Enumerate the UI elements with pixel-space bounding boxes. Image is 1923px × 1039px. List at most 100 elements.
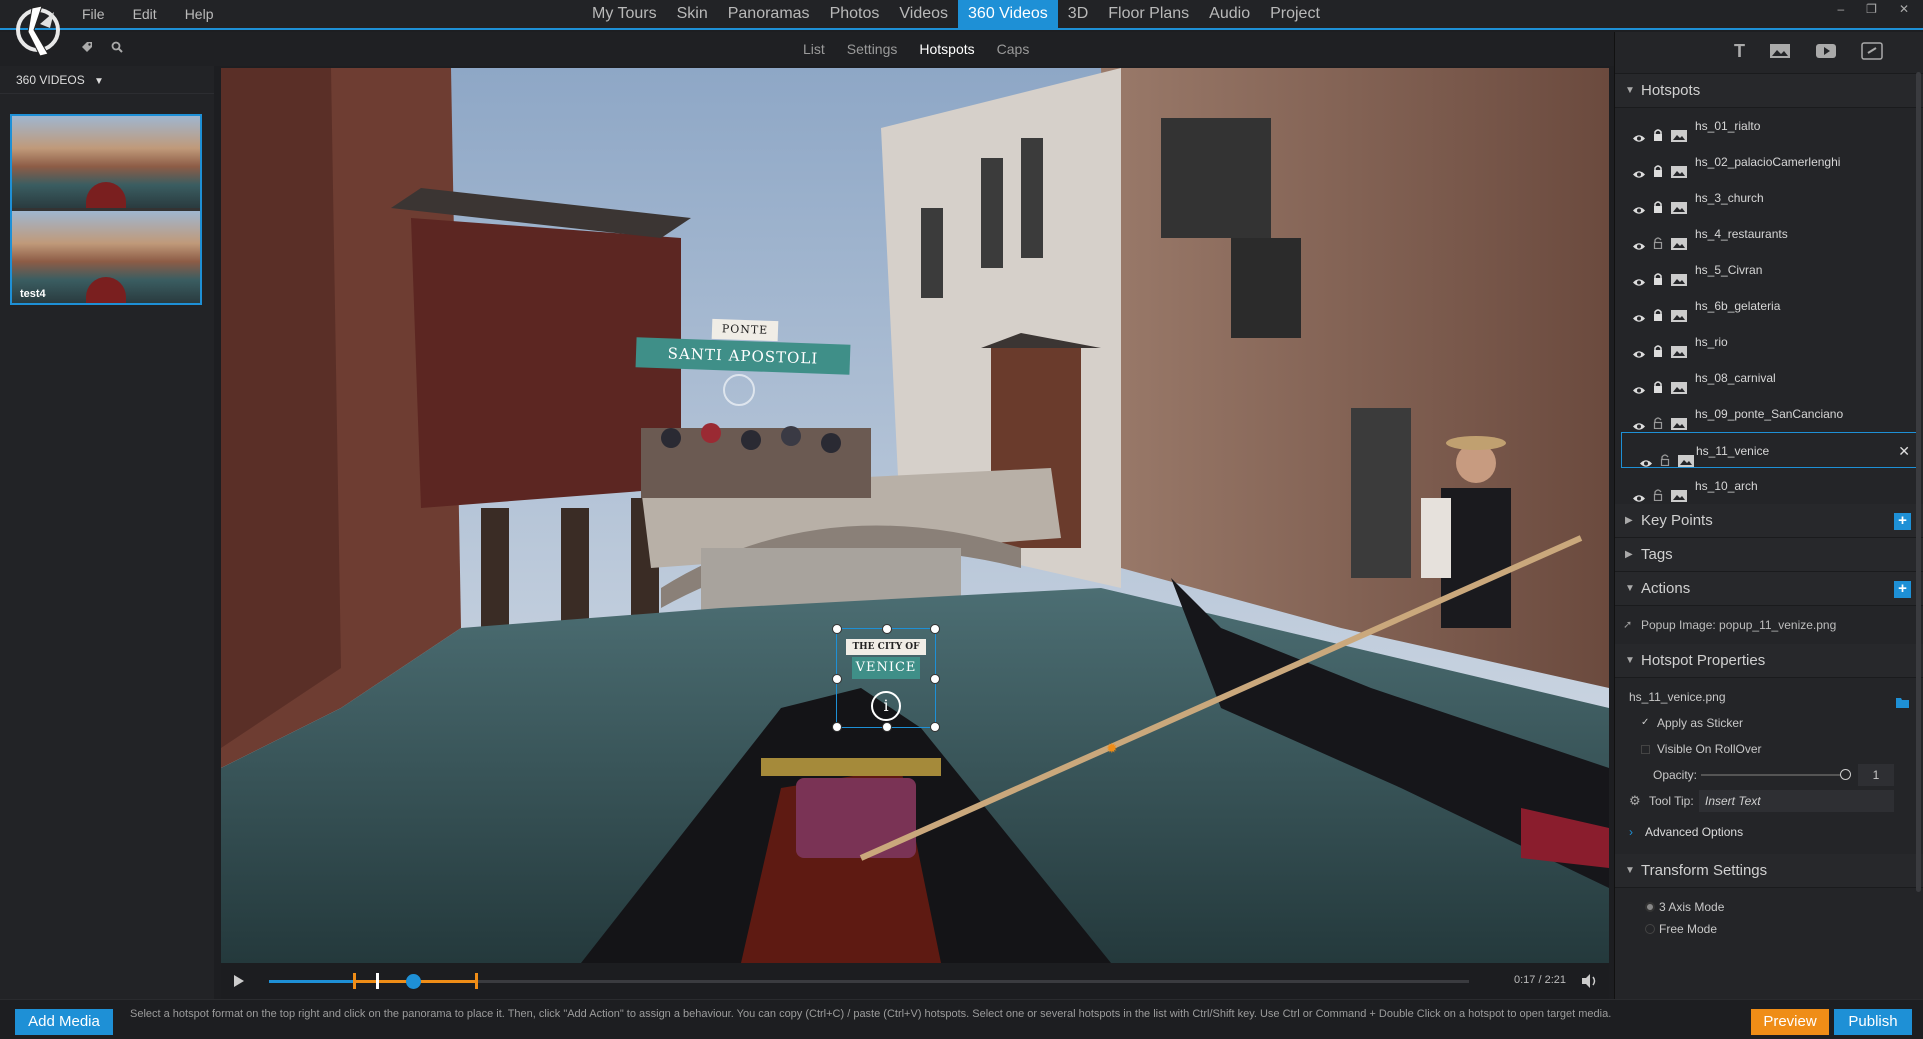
bridge-hotspot-icon[interactable]	[723, 374, 755, 406]
subtab-hotspots[interactable]: Hotspots	[919, 32, 974, 66]
section-actions[interactable]: ▼ Actions +	[1615, 572, 1923, 606]
add-key-point-button[interactable]: +	[1894, 513, 1911, 530]
tab-project[interactable]: Project	[1260, 0, 1330, 28]
hotspot-list-item[interactable]: hs_5_Civran	[1615, 252, 1923, 288]
axis-mode-row[interactable]: 3 Axis Mode	[1615, 896, 1923, 918]
hotspot-list-item[interactable]: hs_01_rialto	[1615, 108, 1923, 144]
panorama-viewport[interactable]: PONTE SANTI APOSTOLI THE CITY OF VENICE …	[221, 68, 1609, 963]
add-media-button[interactable]: Add Media	[15, 1009, 113, 1035]
range-start-marker[interactable]	[353, 973, 356, 989]
keyframe-marker[interactable]	[376, 973, 379, 989]
resize-handle-bm[interactable]	[882, 722, 892, 732]
gear-icon: ⚙	[1629, 793, 1641, 808]
menu-file[interactable]: File	[82, 0, 105, 28]
resize-handle-tm[interactable]	[882, 624, 892, 634]
panel-scrollbar[interactable]	[1916, 72, 1921, 892]
free-mode-radio[interactable]	[1645, 924, 1655, 934]
range-end-marker[interactable]	[475, 973, 478, 989]
tag-icon[interactable]	[80, 40, 94, 59]
app-logo	[10, 0, 66, 62]
hotspot-list-item[interactable]: hs_3_church	[1615, 180, 1923, 216]
section-tags[interactable]: ▶ Tags	[1615, 538, 1923, 572]
section-title: Hotspot Properties	[1641, 652, 1766, 669]
expand-icon: ▶	[1625, 549, 1633, 560]
tab-skin[interactable]: Skin	[667, 0, 718, 28]
play-icon[interactable]	[233, 974, 245, 993]
section-hotspots[interactable]: ▼ Hotspots	[1615, 74, 1923, 108]
sub-toolbar	[80, 40, 124, 59]
minimize-button[interactable]: –	[1837, 0, 1844, 18]
tooltip-label: Tool Tip:	[1649, 794, 1694, 808]
section-key-points[interactable]: ▶ Key Points +	[1615, 504, 1923, 538]
opacity-slider-track[interactable]	[1701, 774, 1845, 776]
status-bar: Add Media Select a hotspot format on the…	[0, 999, 1923, 1039]
tab-videos[interactable]: Videos	[889, 0, 958, 28]
apply-sticker-checkbox[interactable]: ✓	[1641, 718, 1651, 728]
hotspot-list-item[interactable]: hs_10_arch	[1615, 468, 1923, 504]
tooltip-input[interactable]: Insert Text	[1699, 790, 1894, 812]
bridge-sign-small: PONTE	[711, 318, 779, 342]
tab-audio[interactable]: Audio	[1199, 0, 1260, 28]
caret-down-icon: ▼	[94, 76, 104, 87]
add-action-button[interactable]: +	[1894, 581, 1911, 598]
timeline-playhead[interactable]	[406, 974, 421, 989]
resize-handle-mr[interactable]	[930, 674, 940, 684]
apply-sticker-row[interactable]: ✓ Apply as Sticker	[1615, 710, 1923, 736]
tab-floor-plans[interactable]: Floor Plans	[1098, 0, 1199, 28]
chevron-right-icon: ›	[1629, 825, 1633, 839]
free-mode-label: Free Mode	[1659, 922, 1718, 936]
action-item[interactable]: ➚ Popup Image: popup_11_venize.png	[1615, 606, 1923, 644]
close-button[interactable]: ✕	[1899, 0, 1909, 18]
visible-rollover-checkbox[interactable]	[1641, 745, 1650, 754]
delete-hotspot-icon[interactable]: ✕	[1898, 433, 1910, 469]
section-hotspot-properties[interactable]: ▼ Hotspot Properties	[1615, 644, 1923, 678]
subtab-settings[interactable]: Settings	[847, 32, 898, 66]
resize-handle-ml[interactable]	[832, 674, 842, 684]
hotspot-list-item[interactable]: hs_rio	[1615, 324, 1923, 360]
media-thumbnail[interactable]: test4	[10, 114, 202, 305]
tab-360-videos[interactable]: 360 Videos	[958, 0, 1058, 28]
tab-photos[interactable]: Photos	[820, 0, 890, 28]
opacity-input[interactable]: 1	[1858, 764, 1894, 786]
hotspot-settings-gear-icon[interactable]: ✹	[1106, 740, 1118, 757]
tab-3d[interactable]: 3D	[1058, 0, 1098, 28]
panorama-scene	[221, 68, 1609, 963]
visible-rollover-row[interactable]: Visible On RollOver	[1615, 736, 1923, 762]
text-hotspot-icon[interactable]: T	[1734, 42, 1745, 73]
hotspot-list-item[interactable]: hs_08_carnival	[1615, 360, 1923, 396]
opacity-slider-handle[interactable]	[1840, 769, 1851, 780]
publish-button[interactable]: Publish	[1834, 1009, 1912, 1035]
hotspot-list-item[interactable]: hs_4_restaurants	[1615, 216, 1923, 252]
subtab-list[interactable]: List	[803, 32, 825, 66]
properties-panel: T ▼ Hotspots hs_01_rialto hs_02_palacioCa…	[1614, 32, 1923, 999]
restore-button[interactable]: ❐	[1866, 0, 1877, 18]
hotspot-list-item[interactable]: hs_09_ponte_SanCanciano	[1615, 396, 1923, 432]
menu-help[interactable]: Help	[185, 0, 214, 28]
hotspot-info-icon[interactable]: i	[871, 691, 901, 721]
resize-handle-br[interactable]	[930, 722, 940, 732]
axis-mode-radio[interactable]	[1645, 902, 1655, 912]
search-icon[interactable]	[110, 40, 124, 59]
selected-hotspot[interactable]: THE CITY OF VENICE i	[832, 624, 940, 732]
subtab-caps[interactable]: Caps	[997, 32, 1030, 66]
media-category-dropdown[interactable]: 360 VIDEOS ▼	[0, 66, 214, 94]
free-mode-row[interactable]: Free Mode	[1615, 918, 1923, 940]
image-hotspot-icon[interactable]	[1769, 42, 1791, 73]
video-hotspot-icon[interactable]	[1815, 42, 1837, 73]
menu-edit[interactable]: Edit	[133, 0, 157, 28]
tab-my-tours[interactable]: My Tours	[582, 0, 667, 28]
hotspot-list-item[interactable]: hs_02_palacioCamerlenghi	[1615, 144, 1923, 180]
resize-handle-tl[interactable]	[832, 624, 842, 634]
preview-button[interactable]: Preview	[1751, 1009, 1829, 1035]
section-transform-settings[interactable]: ▼ Transform Settings	[1615, 854, 1923, 888]
advanced-options-row[interactable]: › Advanced Options	[1615, 814, 1923, 850]
apply-sticker-label: Apply as Sticker	[1657, 716, 1744, 730]
link-hotspot-icon[interactable]	[1861, 42, 1883, 73]
hotspot-list-item[interactable]: hs_11_venice ✕	[1621, 432, 1917, 468]
tab-panoramas[interactable]: Panoramas	[718, 0, 820, 28]
resize-handle-tr[interactable]	[930, 624, 940, 634]
collapse-icon: ▼	[1625, 583, 1635, 594]
volume-icon[interactable]	[1581, 973, 1599, 994]
hotspot-list-item[interactable]: hs_6b_gelateria	[1615, 288, 1923, 324]
resize-handle-bl[interactable]	[832, 722, 842, 732]
